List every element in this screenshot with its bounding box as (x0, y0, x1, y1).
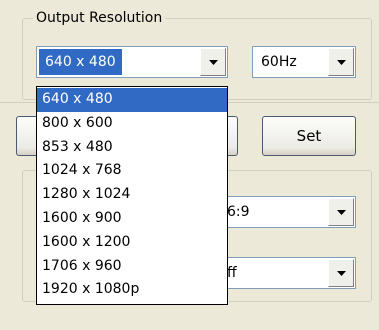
aspect-select-value: 6:9 (227, 204, 250, 220)
resolution-option[interactable]: 1920 x 1080p (37, 278, 227, 302)
chevron-down-icon (208, 59, 218, 65)
chevron-down-icon (336, 59, 346, 65)
set-button[interactable]: Set (262, 116, 356, 156)
resolution-dropdown-list: 640 x 480 800 x 600 853 x 480 1024 x 768… (36, 86, 228, 305)
chevron-down-icon (336, 209, 346, 215)
refresh-rate-value: 60Hz (261, 54, 297, 70)
aspect-dropdown-button[interactable] (328, 198, 354, 226)
resolution-option[interactable]: 1706 x 960 (37, 255, 227, 279)
resolution-option[interactable]: 1024 x 768 (37, 159, 227, 183)
resolution-select-value: 640 x 480 (39, 49, 122, 75)
resolution-option[interactable]: 800 x 600 (37, 112, 227, 136)
resolution-dropdown-button[interactable] (200, 48, 226, 76)
resolution-option[interactable]: 1280 x 1024 (37, 183, 227, 207)
set-button-label: Set (296, 127, 322, 145)
mode-select-value: ff (227, 265, 237, 281)
mode-dropdown-button[interactable] (328, 259, 354, 287)
resolution-option[interactable]: 853 x 480 (37, 136, 227, 160)
refresh-rate-select[interactable]: 60Hz (252, 46, 356, 78)
resolution-option[interactable]: 1600 x 1200 (37, 231, 227, 255)
resolution-select[interactable]: 640 x 480 (36, 46, 228, 78)
resolution-option[interactable]: 640 x 480 (37, 88, 227, 112)
refresh-rate-dropdown-button[interactable] (328, 48, 354, 76)
chevron-down-icon (336, 270, 346, 276)
output-resolution-title: Output Resolution (33, 9, 166, 27)
resolution-option[interactable]: 1600 x 900 (37, 207, 227, 231)
